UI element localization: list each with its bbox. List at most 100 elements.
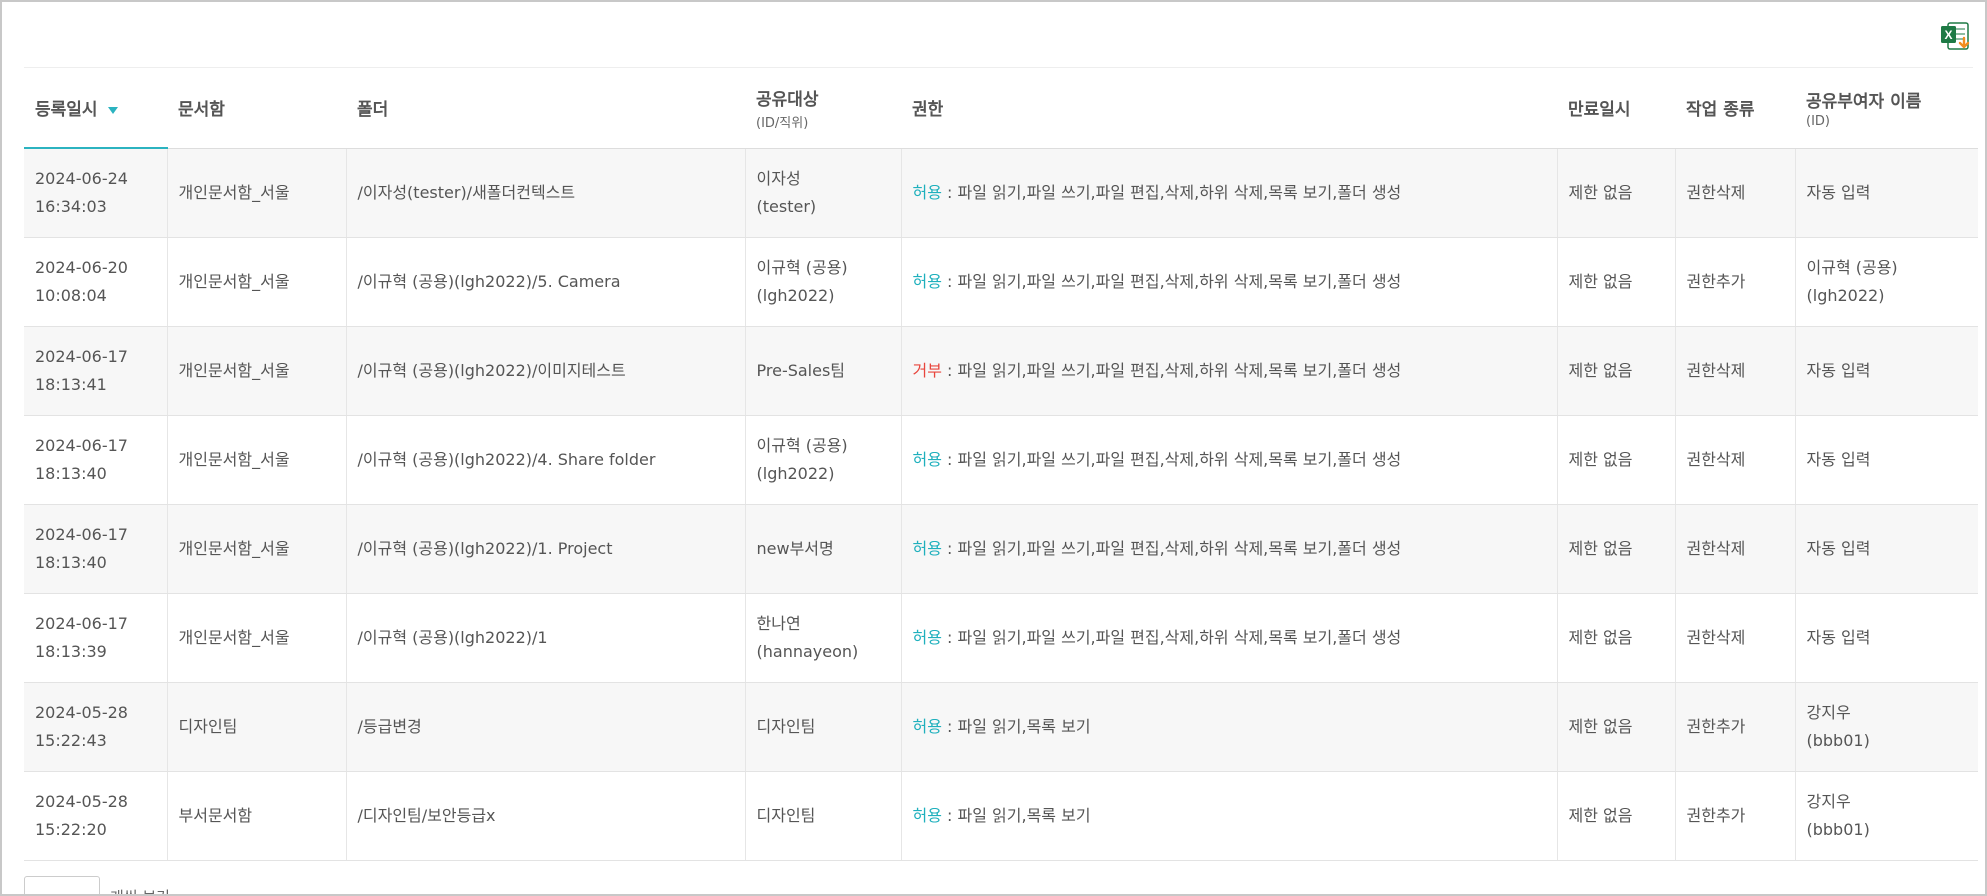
- permission-list: : 파일 읽기,파일 쓰기,파일 편집,삭제,하위 삭제,목록 보기,폴더 생성: [941, 538, 1402, 558]
- registered-time: 10:08:04: [35, 285, 107, 305]
- permission-list: : 파일 읽기,파일 쓰기,파일 편집,삭제,하위 삭제,목록 보기,폴더 생성: [941, 271, 1402, 291]
- permission-list: : 파일 읽기,목록 보기: [941, 805, 1091, 825]
- table-body: 2024-06-24 16:34:03 개인문서함_서울/이자성(tester)/새…: [24, 148, 1978, 861]
- expire-value: 제한 없음: [1568, 538, 1633, 558]
- cell-action-type: 권한삭제: [1675, 504, 1796, 594]
- cell-permission: 허용 : 파일 읽기,목록 보기: [901, 771, 1558, 861]
- doc-box-name: 개인문서함_서울: [178, 538, 290, 558]
- folder-path: /이규혁 (공용)(lgh2022)/4. Share folder: [357, 449, 656, 469]
- header-col-permission: 권한: [901, 68, 1557, 149]
- share-target-id: (lgh2022): [756, 463, 835, 483]
- action-type: 권한삭제: [1686, 627, 1746, 647]
- cell-granter: 자동 입력: [1795, 326, 1978, 416]
- permission-list: : 파일 읽기,파일 쓰기,파일 편집,삭제,하위 삭제,목록 보기,폴더 생성: [941, 360, 1402, 380]
- cell-granter: 자동 입력: [1795, 415, 1978, 505]
- granter-id: (lgh2022): [1806, 285, 1885, 305]
- cell-folder: /등급변경: [346, 682, 746, 772]
- cell-expire-at: 제한 없음: [1557, 504, 1676, 594]
- cell-granter: 자동 입력: [1795, 504, 1978, 594]
- action-type: 권한삭제: [1686, 449, 1746, 469]
- cell-expire-at: 제한 없음: [1557, 326, 1676, 416]
- table-row[interactable]: 2024-05-28 15:22:43 디자인팀/등급변경 디자인팀 허용 : 파일 읽…: [24, 682, 1978, 772]
- sort-desc-icon[interactable]: [107, 106, 118, 114]
- header-label: 등록일시: [35, 100, 98, 120]
- action-type: 권한삭제: [1686, 538, 1746, 558]
- expire-value: 제한 없음: [1568, 182, 1633, 202]
- page-size-select[interactable]: [24, 876, 100, 894]
- cell-permission: 허용 : 파일 읽기,파일 쓰기,파일 편집,삭제,하위 삭제,목록 보기,폴더…: [901, 504, 1558, 594]
- table-row[interactable]: 2024-06-17 18:13:40 개인문서함_서울/이규혁 (공용)(lgh2…: [24, 504, 1978, 594]
- share-target-name: Pre-Sales팀: [756, 360, 846, 380]
- cell-share-target: 한나연 (hannayeon): [745, 593, 902, 683]
- share-target-name: 디자인팀: [756, 716, 816, 736]
- expire-value: 제한 없음: [1568, 627, 1633, 647]
- header-label: 공유대상: [756, 89, 819, 110]
- cell-share-target: new부서명: [745, 504, 902, 594]
- header-col-doc-box: 문서함: [167, 68, 346, 149]
- permission-list: : 파일 읽기,파일 쓰기,파일 편집,삭제,하위 삭제,목록 보기,폴더 생성: [941, 627, 1402, 647]
- permission-list: : 파일 읽기,파일 쓰기,파일 편집,삭제,하위 삭제,목록 보기,폴더 생성: [941, 182, 1402, 202]
- folder-path: /이규혁 (공용)(lgh2022)/5. Camera: [357, 271, 621, 291]
- cell-expire-at: 제한 없음: [1557, 237, 1676, 327]
- registered-date: 2024-06-17: [35, 524, 128, 544]
- share-history-table: 등록일시 문서함 폴더 공유대상 (ID/직위) 권한 만료일시 작업 종류 공유부여자 이름(…: [24, 68, 1978, 861]
- granter-name: 자동 입력: [1806, 449, 1871, 469]
- page-size-label: 개씩 보기: [110, 886, 170, 894]
- permission-type-badge: 허용: [912, 538, 942, 558]
- permission-list: : 파일 읽기,파일 쓰기,파일 편집,삭제,하위 삭제,목록 보기,폴더 생성: [941, 449, 1402, 469]
- registered-date: 2024-06-20: [35, 257, 128, 277]
- cell-doc-box: 개인문서함_서울: [167, 148, 347, 238]
- table-row[interactable]: 2024-06-24 16:34:03 개인문서함_서울/이자성(tester)/새…: [24, 148, 1978, 238]
- cell-action-type: 권한삭제: [1675, 415, 1796, 505]
- cell-folder: /이규혁 (공용)(lgh2022)/1. Project: [346, 504, 746, 594]
- granter-name: 자동 입력: [1806, 182, 1871, 202]
- cell-share-target: Pre-Sales팀: [745, 326, 902, 416]
- registered-time: 15:22:20: [35, 819, 107, 839]
- share-target-id: (tester): [756, 196, 817, 216]
- header-col-share-target: 공유대상 (ID/직위): [745, 68, 901, 149]
- cell-permission: 허용 : 파일 읽기,파일 쓰기,파일 편집,삭제,하위 삭제,목록 보기,폴더…: [901, 237, 1558, 327]
- header-label: 폴더: [357, 100, 389, 121]
- cell-action-type: 권한추가: [1675, 237, 1796, 327]
- cell-registered-at: 2024-06-24 16:34:03: [24, 148, 168, 238]
- doc-box-name: 개인문서함_서울: [178, 360, 290, 380]
- registered-time: 18:13:41: [35, 374, 107, 394]
- cell-registered-at: 2024-05-28 15:22:43: [24, 682, 168, 772]
- cell-folder: /이자성(tester)/새폴더컨텍스트: [346, 148, 746, 238]
- expire-value: 제한 없음: [1568, 271, 1633, 291]
- cell-permission: 허용 : 파일 읽기,목록 보기: [901, 682, 1558, 772]
- table-row[interactable]: 2024-06-17 18:13:40 개인문서함_서울/이규혁 (공용)(lgh2…: [24, 415, 1978, 505]
- table-header-row: 등록일시 문서함 폴더 공유대상 (ID/직위) 권한 만료일시 작업 종류 공유부여자 이름(…: [24, 68, 1978, 149]
- table-toolbar: X: [24, 2, 1973, 68]
- header-col-registered-at[interactable]: 등록일시: [24, 68, 167, 149]
- share-target-id: (hannayeon): [756, 641, 859, 661]
- cell-share-target: 디자인팀: [745, 771, 902, 861]
- cell-granter: 자동 입력: [1795, 593, 1978, 683]
- header-col-action-type: 작업 종류: [1675, 68, 1795, 149]
- permission-type-badge: 허용: [912, 271, 942, 291]
- registered-time: 18:13:40: [35, 463, 107, 483]
- cell-action-type: 권한추가: [1675, 771, 1796, 861]
- cell-permission: 허용 : 파일 읽기,파일 쓰기,파일 편집,삭제,하위 삭제,목록 보기,폴더…: [901, 415, 1558, 505]
- cell-folder: /이규혁 (공용)(lgh2022)/5. Camera: [346, 237, 746, 327]
- table-row[interactable]: 2024-06-17 18:13:41 개인문서함_서울/이규혁 (공용)(lgh2…: [24, 326, 1978, 416]
- permission-type-badge: 허용: [912, 805, 942, 825]
- header-label: 공유부여자 이름: [1806, 91, 1922, 112]
- cell-share-target: 이규혁 (공용) (lgh2022): [745, 237, 902, 327]
- permission-type-badge: 허용: [912, 449, 942, 469]
- table-row[interactable]: 2024-06-20 10:08:04 개인문서함_서울/이규혁 (공용)(lgh2…: [24, 237, 1978, 327]
- registered-date: 2024-06-17: [35, 613, 128, 633]
- header-sublabel: (ID): [1806, 113, 1830, 129]
- table-row[interactable]: 2024-06-17 18:13:39 개인문서함_서울/이규혁 (공용)(lgh2…: [24, 593, 1978, 683]
- cell-granter: 강지우 (bbb01): [1795, 682, 1978, 772]
- svg-text:X: X: [1944, 28, 1952, 42]
- header-col-expire-at: 만료일시: [1557, 68, 1675, 149]
- granter-name: 강지우: [1806, 791, 1851, 811]
- cell-action-type: 권한삭제: [1675, 148, 1796, 238]
- action-type: 권한삭제: [1686, 182, 1746, 202]
- cell-permission: 허용 : 파일 읽기,파일 쓰기,파일 편집,삭제,하위 삭제,목록 보기,폴더…: [901, 148, 1558, 238]
- cell-doc-box: 개인문서함_서울: [167, 237, 347, 327]
- table-row[interactable]: 2024-05-28 15:22:20 부서문서함/디자인팀/보안등급x 디자인팀 허용…: [24, 771, 1978, 861]
- header-label: 문서함: [178, 100, 225, 121]
- excel-download-icon[interactable]: X: [1939, 20, 1973, 54]
